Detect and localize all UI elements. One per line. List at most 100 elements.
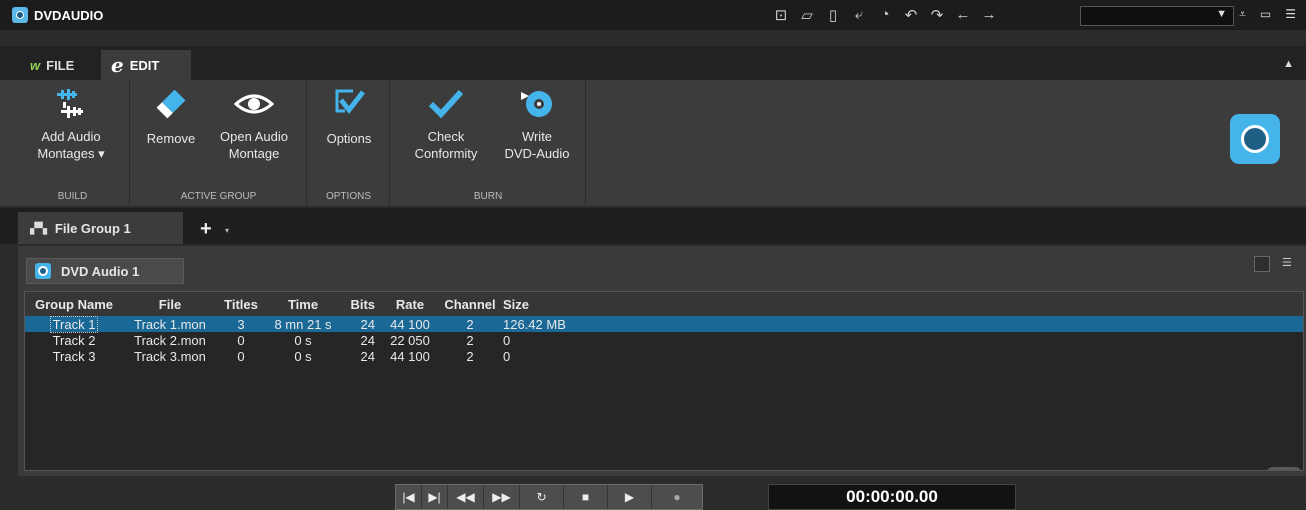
add-audio-label-1: Add Audio <box>41 129 101 144</box>
cell-titles: 0 <box>237 348 245 364</box>
column-header-titles[interactable]: Titles <box>217 297 265 312</box>
play-icon[interactable]: ▶ <box>608 485 652 509</box>
titlebar-toolbar: ⊡ ▱ ▯ ⤶ ◔ ↶ ↷ ← → <box>772 6 998 24</box>
group-label-active-group: ACTIVE GROUP <box>180 191 257 202</box>
open-folder-icon[interactable]: ▱ <box>798 6 816 24</box>
options-check-icon <box>335 89 365 115</box>
ribbon-group-build: Add Audio Montages ▾ BUILD <box>16 80 130 206</box>
check-label-1: Check <box>427 129 465 144</box>
title-bar: DVDAUDIO ⊡ ▱ ▯ ⤶ ◔ ↶ ↷ ← → ▼ ⩡ ▭ ☰ <box>0 0 1306 30</box>
wave-icon: w <box>30 57 41 73</box>
cell-size: 0 <box>503 348 511 364</box>
cell-bits: 24 <box>360 348 375 364</box>
cell-group-name: Track 2 <box>52 332 96 348</box>
preset-combo[interactable]: ▼ <box>1080 6 1234 26</box>
cell-file: Track 2.mon <box>134 332 206 348</box>
column-header-rate[interactable]: Rate <box>381 297 439 312</box>
column-header-channel[interactable]: Channel <box>439 297 501 312</box>
cell-titles: 3 <box>237 316 245 332</box>
tab-file[interactable]: w FILE <box>20 50 84 80</box>
add-audio-label-2: Montages <box>37 146 95 161</box>
cell-file: Track 3.mon <box>134 348 206 364</box>
file-group-tab-bar: ▞▚ File Group 1 + ▾ <box>0 208 1306 244</box>
collapse-ribbon-icon[interactable]: ▲ <box>1283 58 1294 70</box>
chevron-down-icon: ▼ <box>1216 8 1227 20</box>
check-icon <box>428 89 464 119</box>
burn-disc-icon <box>521 91 552 117</box>
window-controls: ⩡ ▭ ☰ <box>1239 7 1296 22</box>
column-header-group-name[interactable]: Group Name <box>25 297 123 312</box>
open-audio-montage-button[interactable]: Open Audio Montage <box>209 86 299 162</box>
add-group-button[interactable]: + <box>200 218 212 241</box>
cell-bits: 24 <box>360 332 375 348</box>
tab-edit-label: EDIT <box>129 57 160 73</box>
cell-channel: 2 <box>466 348 474 364</box>
cell-rate: 44 100 <box>390 348 430 364</box>
layout-menu-icon[interactable]: ☰ <box>1285 7 1296 22</box>
cell-text: Track 1 <box>49 315 99 333</box>
remove-button[interactable]: Remove <box>139 86 203 147</box>
maximize-icon[interactable]: ▭ <box>1260 7 1271 22</box>
chevron-down-icon[interactable]: ▾ <box>225 226 229 235</box>
group-label-build: BUILD <box>57 191 88 202</box>
go-to-end-icon[interactable]: ▶| <box>422 485 448 509</box>
tab-dvd-audio-1[interactable]: DVD Audio 1 <box>26 258 184 284</box>
table-row[interactable]: Track 1 Track 1.mon 3 8 mn 21 s 24 44 10… <box>25 315 1303 333</box>
tab-edit[interactable]: e EDIT <box>101 50 191 80</box>
check-label-2: Conformity <box>414 146 478 161</box>
go-to-start-icon[interactable]: |◀ <box>396 485 422 509</box>
fast-forward-icon[interactable]: ▶▶ <box>484 485 520 509</box>
write-dvd-audio-button[interactable]: Write DVD-Audio <box>495 86 579 162</box>
column-header-file[interactable]: File <box>123 297 217 312</box>
ribbon-panel: Add Audio Montages ▾ BUILD Remove Open A… <box>0 80 1306 206</box>
cell-channel: 2 <box>466 316 474 332</box>
open-audio-label-2: Montage <box>228 146 280 161</box>
write-label-2: DVD-Audio <box>504 146 570 161</box>
tab-file-group-1[interactable]: ▞▚ File Group 1 <box>18 212 183 244</box>
dvd-audio-icon <box>35 263 51 279</box>
history-icon[interactable]: ◔ <box>876 6 894 24</box>
check-conformity-button[interactable]: Check Conformity <box>399 86 493 162</box>
chevron-down-icon: ▾ <box>98 146 105 161</box>
cell-group-name: Track 3 <box>52 348 96 364</box>
stop-icon[interactable]: ■ <box>564 485 608 509</box>
cell-channel: 2 <box>466 332 474 348</box>
options-label: Options <box>326 131 372 146</box>
tab-file-label: FILE <box>46 57 75 73</box>
cell-size: 126.42 MB <box>503 316 566 332</box>
options-button[interactable]: Options <box>314 86 384 147</box>
app-title: DVDAUDIO <box>34 7 104 23</box>
dvd-watermark-icon <box>1266 467 1302 470</box>
dvd-audio-panel: DVD Audio 1 ☰ Group Name File Titles Tim… <box>18 246 1306 476</box>
undo-icon[interactable]: ↶ <box>902 6 920 24</box>
remove-label: Remove <box>146 131 196 146</box>
cell-rate: 44 100 <box>390 316 430 332</box>
save-icon[interactable]: ▯ <box>824 6 842 24</box>
forward-icon[interactable]: → <box>980 6 998 24</box>
filter-icon[interactable]: ⩡ <box>1239 7 1246 22</box>
new-file-icon[interactable]: ⊡ <box>772 6 790 24</box>
transport-bar: |◀ ▶| ◀◀ ▶▶ ↻ ■ ▶ ● <box>395 484 703 510</box>
ribbon-group-options: Options OPTIONS <box>308 80 390 206</box>
table-row[interactable]: Track 3 Track 3.mon 0 0 s 24 44 100 2 0 <box>25 348 1303 364</box>
panel-menu-icon[interactable]: ☰ <box>1282 256 1292 269</box>
dvd-audio-app-icon <box>12 7 28 23</box>
back-icon[interactable]: ← <box>954 6 972 24</box>
column-header-time[interactable]: Time <box>265 297 341 312</box>
loop-icon[interactable]: ↻ <box>520 485 564 509</box>
cell-time: 8 mn 21 s <box>274 316 332 332</box>
add-audio-icon <box>57 89 83 118</box>
rewind-icon[interactable]: ◀◀ <box>448 485 484 509</box>
record-icon[interactable]: ● <box>652 485 702 509</box>
edit-icon: e <box>111 53 124 77</box>
save-as-icon[interactable]: ⤶ <box>850 6 868 24</box>
dvd-audio-tab-label: DVD Audio 1 <box>61 263 140 279</box>
column-header-size[interactable]: Size <box>501 297 701 312</box>
table-header: Group Name File Titles Time Bits Rate Ch… <box>25 292 1303 316</box>
cell-time: 0 s <box>294 332 312 348</box>
add-audio-montages-button[interactable]: Add Audio Montages ▾ <box>16 86 126 162</box>
table-row[interactable]: Track 2 Track 2.mon 0 0 s 24 22 050 2 0 <box>25 332 1303 348</box>
panel-checkbox[interactable] <box>1254 256 1270 272</box>
redo-icon[interactable]: ↷ <box>928 6 946 24</box>
column-header-bits[interactable]: Bits <box>341 297 381 312</box>
